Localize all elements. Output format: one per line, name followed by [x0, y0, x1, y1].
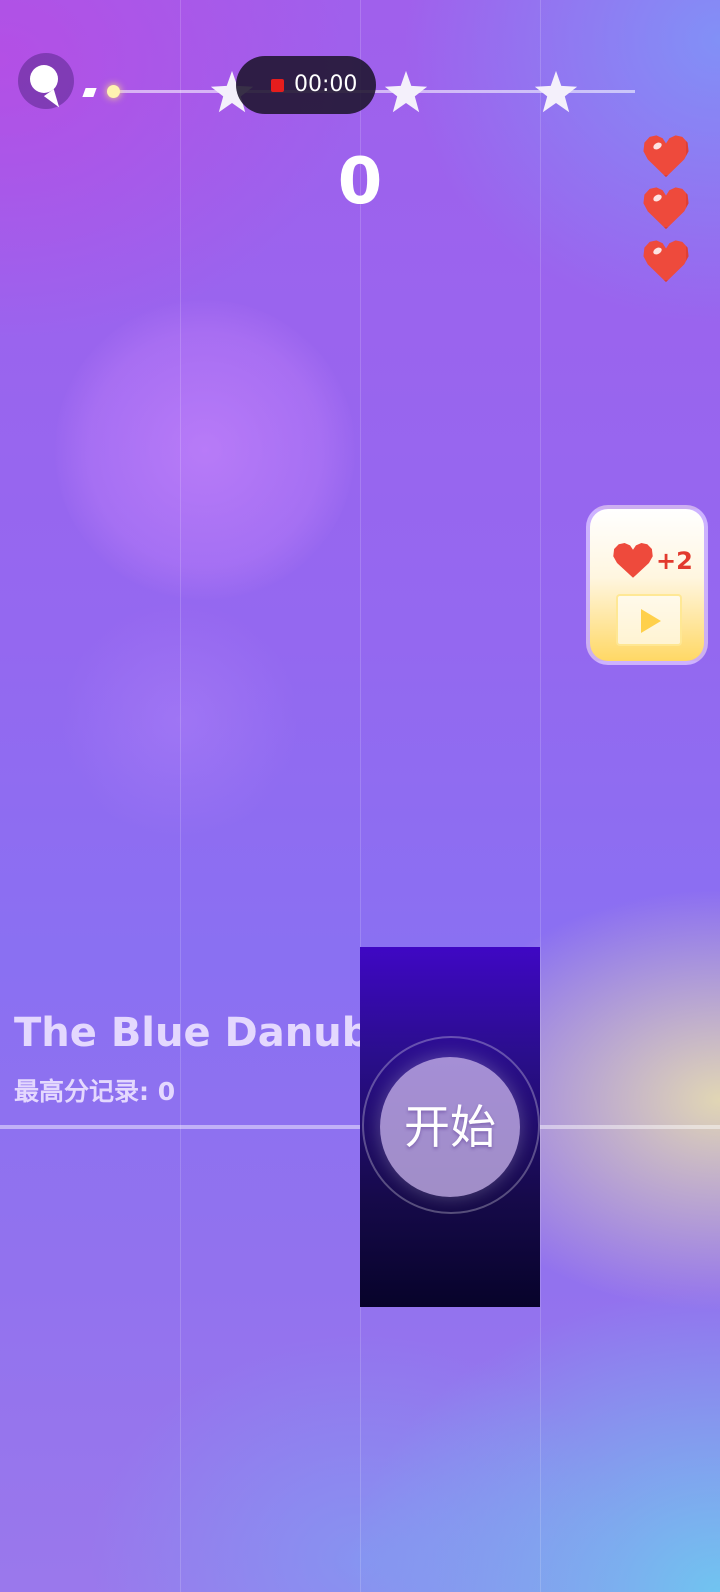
lane-divider-1	[180, 0, 181, 1592]
score-counter: 0	[337, 145, 383, 219]
lane-divider-2	[360, 0, 361, 1592]
heart-icon	[643, 240, 689, 283]
life-heart-1	[642, 133, 690, 181]
lane-divider-3	[540, 0, 541, 1592]
start-button-label: 开始	[404, 1100, 496, 1154]
song-progress-knob	[107, 85, 120, 98]
recording-timer[interactable]: 00:00	[236, 56, 376, 114]
heart-icon	[613, 543, 653, 578]
bonus-lives-label: +2	[656, 547, 693, 575]
avatar-pin-icon	[30, 65, 58, 93]
play-triangle-icon	[641, 609, 661, 633]
life-heart-2	[642, 185, 690, 233]
heart-icon	[643, 187, 689, 230]
life-heart-3	[642, 238, 690, 286]
avatar[interactable]	[18, 53, 74, 111]
start-button[interactable]: 开始	[380, 1057, 520, 1197]
progress-start-mark	[82, 88, 97, 97]
background-glow	[55, 300, 355, 600]
song-title: The Blue Danube	[14, 1010, 398, 1056]
video-play-icon	[616, 594, 682, 646]
record-icon	[271, 79, 284, 92]
timer-text: 00:00	[294, 72, 358, 97]
heart-icon	[643, 135, 689, 178]
watch-video-bonus-card[interactable]: +2	[586, 505, 708, 665]
best-score-record: 最高分记录: 0	[14, 1077, 176, 1106]
